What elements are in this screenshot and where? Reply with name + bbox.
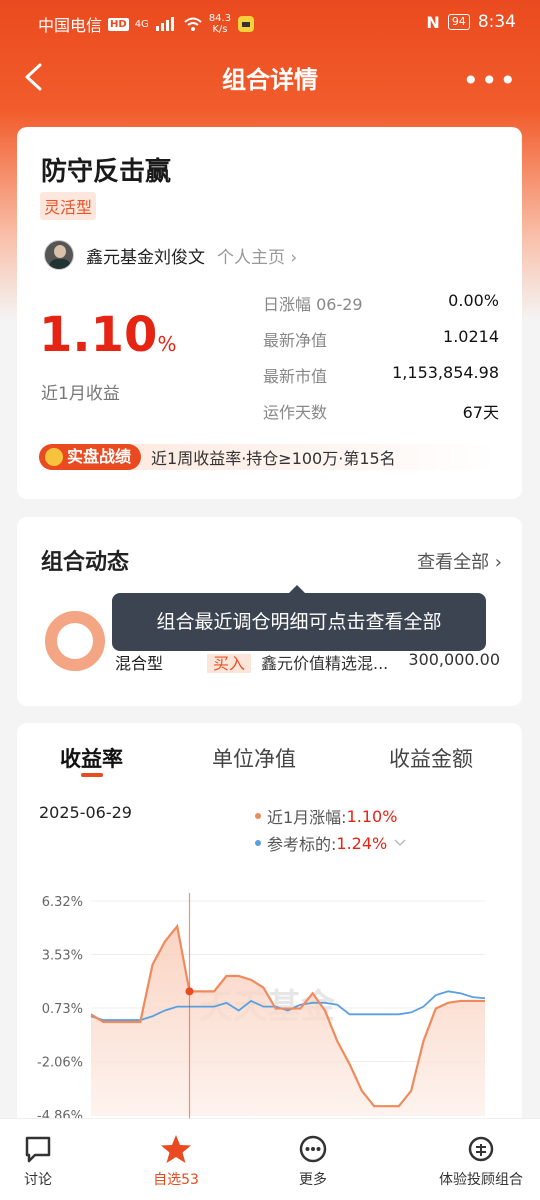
stat-daily-change: 日涨幅 06-29 0.00% xyxy=(263,291,499,314)
legend-dot-1 xyxy=(255,813,261,819)
portfolio-type-tag: 灵活型 xyxy=(40,192,97,220)
tab-return-rate[interactable]: 收益率 xyxy=(60,743,123,773)
chart-date: 2025-06-29 xyxy=(39,803,132,822)
monthly-return: 1.10% xyxy=(39,307,177,363)
top-nav: 组合详情 ••• xyxy=(0,50,540,106)
allocation-ring xyxy=(45,611,105,671)
portfolio-name: 防守反击赢 xyxy=(41,157,172,187)
page-title: 组合详情 xyxy=(222,66,318,94)
signal-icon xyxy=(155,17,174,31)
network-label: 4G xyxy=(134,18,149,30)
star-icon xyxy=(161,1135,191,1163)
rebalance-tooltip[interactable]: 组合最近调仓明细可点击查看全部 xyxy=(112,585,486,651)
legend-dot-2 xyxy=(255,840,261,846)
monthly-return-label: 近1月收益 xyxy=(41,384,120,404)
status-bar: 中国电信 HD 4G 84.3 K/s N 94 8:34 xyxy=(0,0,540,44)
dynamics-row-fund[interactable]: 鑫元价值精选混... xyxy=(261,650,388,674)
marker-point xyxy=(185,987,194,996)
manager-avatar xyxy=(44,240,74,270)
legend-series-2[interactable]: 参考标的: 1.24% xyxy=(255,831,407,855)
y-tick-label: -2.06% xyxy=(37,1056,83,1071)
manager-name: 鑫元基金刘俊文 xyxy=(86,247,205,268)
carrier-label: 中国电信 xyxy=(38,16,103,35)
ranking-badge-text: 近1周收益率·持仓≥100万·第15名 xyxy=(151,449,396,468)
ranking-badge[interactable]: 实盘战绩 近1周收益率·持仓≥100万·第15名 xyxy=(39,444,499,470)
more-menu-button[interactable]: ••• xyxy=(462,64,518,97)
ranking-badge-label: 实盘战绩 xyxy=(39,444,142,470)
battery-icon: 94 xyxy=(447,14,470,30)
legend-series-1: 近1月涨幅: 1.10% xyxy=(255,804,397,828)
more-icon xyxy=(299,1135,327,1163)
dynamics-row-type: 混合型 xyxy=(115,654,164,673)
view-all-link[interactable]: 查看全部 › xyxy=(417,548,502,574)
nav-advisor[interactable]: 体验投顾组合 xyxy=(423,1133,539,1189)
net-speed: 84.3 K/s xyxy=(208,13,232,35)
hd-badge: HD xyxy=(108,17,129,31)
app-notification-icon xyxy=(238,16,255,32)
tab-unit-nav[interactable]: 单位净值 xyxy=(212,743,296,773)
dynamics-row-action: 买入 xyxy=(207,650,252,674)
nav-discuss[interactable]: 讨论 xyxy=(0,1133,88,1189)
stat-market-value: 最新市值 1,153,854.98 xyxy=(263,363,499,386)
dynamics-title: 组合动态 xyxy=(41,550,130,575)
manager-home-link[interactable]: 个人主页 › xyxy=(217,243,297,268)
tab-return-amount[interactable]: 收益金额 xyxy=(389,743,473,773)
nav-more[interactable]: 更多 xyxy=(263,1133,363,1189)
chat-icon xyxy=(25,1136,51,1163)
y-tick-label: 6.32% xyxy=(42,895,83,910)
clock: 8:34 xyxy=(477,12,516,32)
performance-tabs: 收益率 单位净值 收益金额 xyxy=(17,743,522,783)
portfolio-summary-card: 防守反击赢 灵活型 鑫元基金刘俊文 个人主页 › 1.10% 近1月收益 日涨幅… xyxy=(17,127,522,499)
stat-latest-nav: 最新净值 1.0214 xyxy=(263,327,499,350)
bottom-nav: 讨论 自选53 更多 体验投顾组合 xyxy=(0,1118,540,1200)
performance-card: 收益率 单位净值 收益金额 2025-06-29 近1月涨幅: 1.10% 参考标… xyxy=(17,723,522,1163)
active-tab-indicator xyxy=(81,773,103,777)
dynamics-row-amount: 300,000.00 xyxy=(408,650,500,669)
stat-running-days: 运作天数 67天 xyxy=(263,403,499,422)
y-tick-label: 0.73% xyxy=(42,1002,83,1017)
wifi-icon xyxy=(184,17,202,31)
manager-row[interactable]: 鑫元基金刘俊文 个人主页 › xyxy=(44,240,297,270)
advisor-icon xyxy=(468,1136,494,1162)
trophy-icon xyxy=(45,448,63,466)
chevron-down-icon xyxy=(394,839,406,847)
y-tick-label: 3.53% xyxy=(42,949,83,964)
nav-watchlist[interactable]: 自选53 xyxy=(126,1133,226,1189)
nfc-icon: N xyxy=(426,12,440,32)
